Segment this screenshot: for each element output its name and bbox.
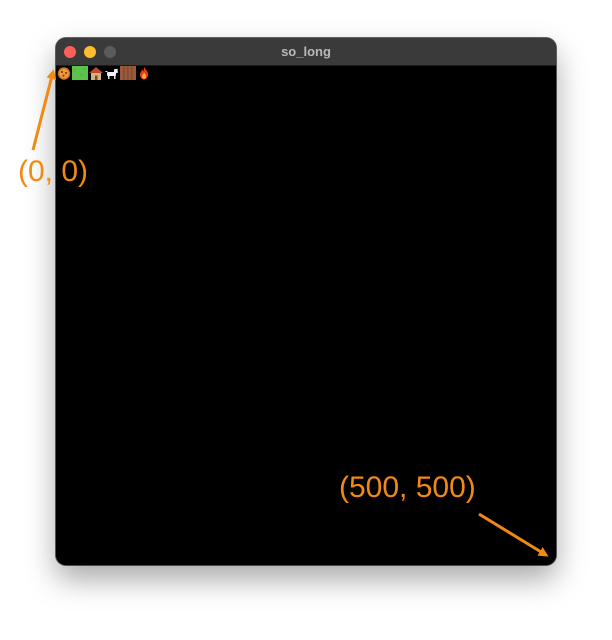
fire-icon	[140, 67, 148, 80]
pizza-icon	[57, 67, 71, 80]
origin-arrow	[31, 69, 57, 151]
origin-coordinate-label: (0, 0)	[18, 155, 89, 188]
house-icon	[89, 67, 103, 80]
screenshot-page: so_long (0, 0) (500, 500)	[0, 0, 612, 640]
end-coordinate-label: (500, 500)	[339, 471, 476, 504]
sprite-row	[56, 66, 152, 80]
title-bar[interactable]: so_long	[56, 38, 556, 66]
grass-icon	[72, 66, 88, 80]
game-canvas[interactable]	[56, 66, 556, 565]
wood-wall-icon	[120, 66, 136, 80]
dog-icon	[105, 69, 119, 79]
window-title: so_long	[281, 44, 331, 59]
app-window: so_long	[56, 38, 556, 565]
